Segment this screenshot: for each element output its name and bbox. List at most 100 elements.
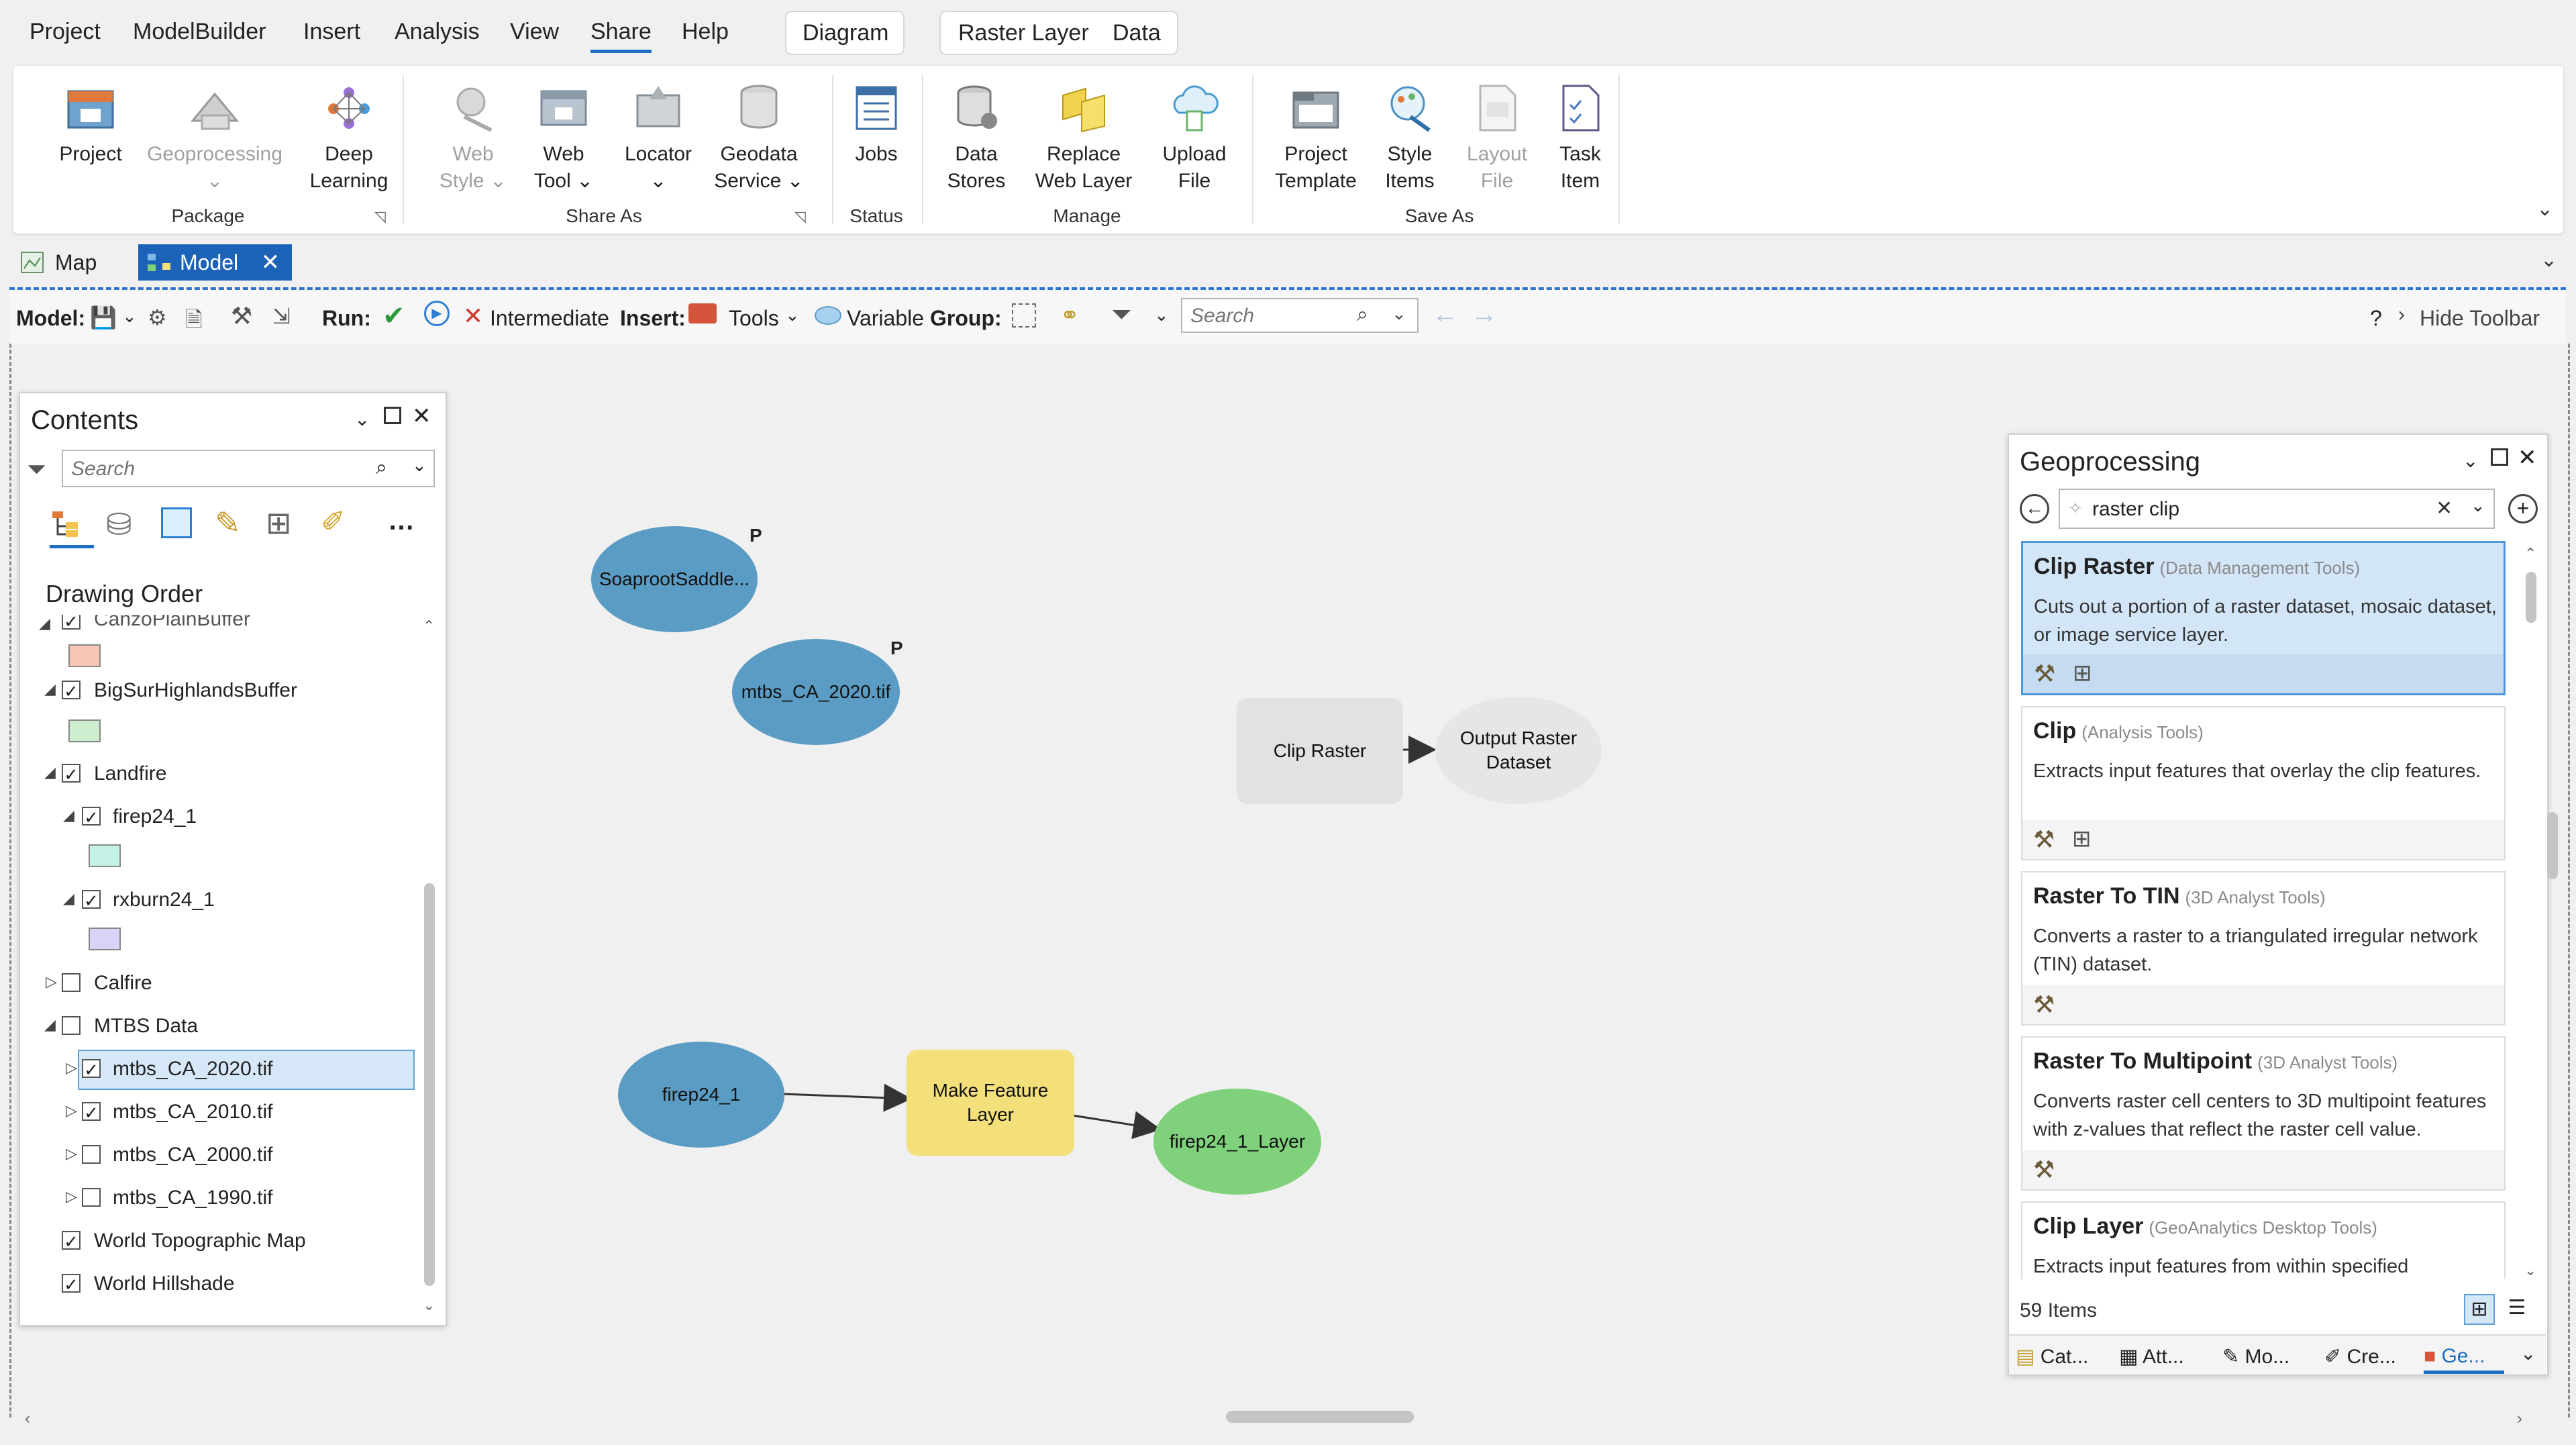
data-stores-button[interactable]: Data Stores <box>933 79 1020 195</box>
layer-checkbox[interactable]: ✓ <box>82 1059 101 1079</box>
node-soaproot-variable[interactable]: SoaprootSaddle... <box>591 526 758 632</box>
scroll-right-icon[interactable]: › <box>2517 1409 2522 1428</box>
tool-hammer-icon[interactable]: ⚒ <box>231 302 252 330</box>
clear-search-icon[interactable]: ✕ <box>2436 497 2453 520</box>
menu-modelbuilder[interactable]: ModelBuilder <box>133 19 266 45</box>
collapsed-triangle-icon[interactable]: ▷ <box>66 1059 77 1077</box>
node-firep-variable[interactable]: firep24_1 <box>618 1042 784 1148</box>
layer-item-calfire[interactable]: Calfire <box>94 972 152 995</box>
layer-checkbox[interactable]: ✓ <box>82 890 101 910</box>
geodata-service-button[interactable]: Geodata Service ⌄ <box>709 79 809 195</box>
toolbar-search-box[interactable]: ⌕ ⌄ <box>1181 298 1419 333</box>
layer-checkbox[interactable] <box>82 1188 101 1207</box>
close-icon[interactable]: ✕ <box>412 403 431 430</box>
layer-item-mtbs-2020[interactable]: mtbs_CA_2020.tif <box>113 1058 272 1081</box>
validate-icon[interactable]: ⚙ <box>148 305 167 330</box>
tab-model[interactable]: Model ✕ <box>138 244 293 281</box>
menu-share[interactable]: Share <box>590 19 652 53</box>
symbol-swatch-bigsur[interactable] <box>68 719 101 742</box>
tab-overflow-chevron-icon[interactable]: ⌄ <box>2540 248 2557 272</box>
result-clip[interactable]: Clip (Analysis Tools) Extracts input feat… <box>2021 706 2506 860</box>
node-clip-raster-tool[interactable]: Clip Raster <box>1237 698 1403 804</box>
scroll-up-icon[interactable]: ⌃ <box>423 617 435 635</box>
expand-triangle-icon[interactable]: ◢ <box>63 890 74 907</box>
model-tool-icon[interactable]: ⊞ <box>2072 826 2092 852</box>
menu-analysis[interactable]: Analysis <box>395 19 480 45</box>
toolbox-icon[interactable] <box>688 303 717 323</box>
more-options-icon[interactable]: … <box>388 506 415 536</box>
node-output-raster[interactable]: Output Raster Dataset <box>1435 697 1602 804</box>
save-icon[interactable]: 💾 <box>90 305 117 330</box>
chevron-down-icon[interactable]: ⌄ <box>1392 303 1406 324</box>
symbol-swatch-rxburn[interactable] <box>89 928 121 950</box>
expand-triangle-icon[interactable]: ◢ <box>63 807 74 824</box>
project-template-button[interactable]: Project Template <box>1266 79 1366 195</box>
result-clip-layer[interactable]: Clip Layer (GeoAnalytics Desktop Tools) E… <box>2021 1201 2506 1279</box>
deep-learning-button[interactable]: Deep Learning <box>295 79 403 195</box>
layer-item-mtbs-data[interactable]: MTBS Data <box>94 1015 198 1038</box>
geoprocessing-search-input[interactable]: raster clip <box>2092 498 2179 521</box>
collapsed-triangle-icon[interactable]: ▷ <box>66 1188 77 1205</box>
back-arrow-icon[interactable]: ← <box>2020 494 2049 524</box>
menu-insert[interactable]: Insert <box>303 19 360 45</box>
expand-triangle-icon[interactable]: ◢ <box>39 615 50 632</box>
chevron-down-icon[interactable]: ⌄ <box>412 455 427 476</box>
layer-item-landfire[interactable]: Landfire <box>94 762 166 785</box>
maximize-icon[interactable] <box>2491 448 2508 466</box>
scroll-down-icon[interactable]: ⌄ <box>2524 1262 2536 1279</box>
tab-map[interactable]: Map <box>13 244 109 281</box>
symbol-swatch-canzo[interactable] <box>68 644 101 667</box>
intermediate-x-icon[interactable]: ✕ <box>463 302 483 330</box>
close-icon[interactable]: ✕ <box>2518 444 2537 471</box>
result-clip-raster[interactable]: Clip Raster (Data Management Tools) Cuts … <box>2021 541 2506 695</box>
contents-search-input[interactable] <box>70 456 368 482</box>
menu-project[interactable]: Project <box>30 19 101 45</box>
dialog-launcher-icon[interactable]: ◹ <box>374 208 386 226</box>
filter-icon[interactable]: ⏷ <box>1111 301 1131 330</box>
expand-triangle-icon[interactable]: ◢ <box>44 764 56 781</box>
toolbar-search-input[interactable] <box>1189 303 1359 329</box>
maximize-icon[interactable] <box>384 407 401 424</box>
connector-make-to-layer[interactable] <box>1072 1111 1162 1140</box>
tool-hammer-icon[interactable]: ⚒ <box>2033 991 2055 1019</box>
list-by-labeling-icon[interactable]: ✐ <box>321 505 346 539</box>
tab-modify[interactable]: ✎ Mo... <box>2222 1345 2289 1368</box>
web-tool-button[interactable]: Web Tool ⌄ <box>517 79 611 195</box>
node-mtbs-variable[interactable]: mtbs_CA_2020.tif <box>732 639 900 745</box>
layer-checkbox[interactable]: ✓ <box>62 1231 81 1251</box>
menu-raster-layer[interactable]: Raster Layer <box>958 20 1089 46</box>
node-make-feature-layer-tool[interactable]: Make Feature Layer <box>907 1050 1074 1156</box>
geoprocessing-package-button[interactable]: Geoprocessing ⌄ <box>134 79 295 195</box>
tool-hammer-icon[interactable]: ⚒ <box>2033 1156 2055 1184</box>
tools-button[interactable]: Tools <box>729 306 779 331</box>
chevron-down-icon[interactable]: ⌄ <box>122 306 137 327</box>
tab-geoprocessing[interactable]: ■ Ge... <box>2424 1345 2485 1368</box>
jobs-button[interactable]: Jobs <box>843 79 910 168</box>
chevron-down-icon[interactable]: ⌄ <box>2520 1342 2536 1364</box>
collapsed-triangle-icon[interactable]: ▷ <box>66 1102 77 1119</box>
layer-checkbox[interactable]: ✓ <box>62 681 81 701</box>
layer-checkbox[interactable] <box>62 973 81 992</box>
web-style-button[interactable]: Web Style ⌄ <box>423 79 523 195</box>
layer-item-firep[interactable]: firep24_1 <box>113 805 197 828</box>
expand-triangle-icon[interactable]: ◢ <box>44 1016 56 1034</box>
upload-file-button[interactable]: Upload File <box>1147 79 1241 195</box>
filter-icon[interactable]: ⏷ <box>27 455 46 484</box>
chevron-down-icon[interactable]: ⌄ <box>2471 495 2485 516</box>
layer-checkbox[interactable]: ✓ <box>82 807 101 827</box>
report-icon[interactable]: 🗎 <box>185 305 203 341</box>
expand-triangle-icon[interactable]: ◢ <box>44 681 56 698</box>
chevron-down-icon[interactable]: ⌄ <box>2463 450 2478 472</box>
scroll-down-icon[interactable]: ⌄ <box>423 1297 435 1314</box>
variable-button[interactable]: Variable <box>847 306 924 331</box>
chevron-down-icon[interactable]: ⌄ <box>785 305 800 326</box>
layer-item-mtbs-2000[interactable]: mtbs_CA_2000.tif <box>113 1144 272 1166</box>
chevron-down-icon[interactable]: ⌄ <box>1154 305 1169 326</box>
validate-check-icon[interactable]: ✔ <box>382 301 405 332</box>
run-play-icon[interactable]: ▶ <box>424 301 450 326</box>
style-items-button[interactable]: Style Items <box>1366 79 1453 195</box>
tab-create[interactable]: ✐ Cre... <box>2324 1345 2396 1368</box>
menu-data[interactable]: Data <box>1113 20 1161 46</box>
layer-checkbox[interactable] <box>82 1145 101 1164</box>
search-icon[interactable]: ⌕ <box>1357 303 1368 326</box>
